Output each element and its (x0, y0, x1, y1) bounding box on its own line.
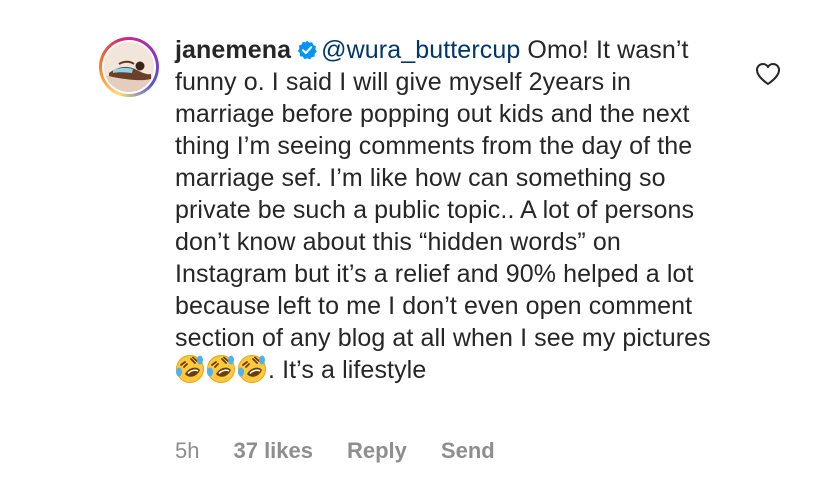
reply-button[interactable]: Reply (347, 438, 407, 464)
comment-text: janemena @wura_buttercup Omo! It wasn’t … (175, 34, 735, 386)
avatar-image (104, 42, 154, 92)
heart-outline-icon[interactable] (755, 62, 781, 86)
rolling-on-floor-laughing-icon (176, 355, 204, 383)
avatar[interactable] (99, 37, 159, 97)
avatar-gap (102, 40, 156, 94)
send-button[interactable]: Send (441, 438, 495, 464)
comment-suffix: . It’s a lifestyle (268, 356, 427, 384)
avatar-photo-icon (104, 42, 154, 92)
comment-meta: 5h 37 likes Reply Send (175, 438, 495, 464)
comment-body: Omo! It wasn’t funny o. I said I will gi… (175, 36, 711, 352)
likes-count[interactable]: 37 likes (233, 438, 313, 464)
mention-link[interactable]: @wura_buttercup (321, 36, 520, 64)
rolling-on-floor-laughing-icon (238, 355, 266, 383)
verified-badge-icon (298, 40, 317, 60)
timestamp[interactable]: 5h (175, 438, 199, 464)
rolling-on-floor-laughing-icon (207, 355, 235, 383)
username[interactable]: janemena (175, 36, 291, 64)
